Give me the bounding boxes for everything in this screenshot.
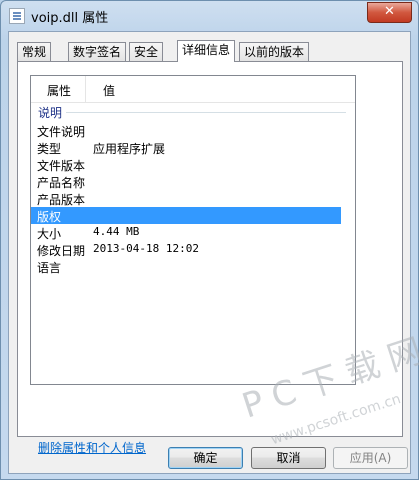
group-header[interactable]: 说明: [36, 104, 346, 120]
property-name: 修改日期: [37, 244, 86, 258]
tab-security[interactable]: 安全: [129, 42, 164, 61]
details-panel: 属性 值 说明 文件说明 类型 应用程序扩展 文件版本 产品名称 产品版本 版权…: [17, 61, 403, 455]
property-value: 4.44 MB: [93, 225, 140, 238]
list-item[interactable]: 产品版本: [31, 190, 341, 207]
tab-details[interactable]: 详细信息: [177, 40, 236, 62]
property-name: 语言: [37, 261, 62, 275]
property-name: 版权: [37, 210, 62, 224]
dialog-body: 常规 数字签名 安全 详细信息 以前的版本 属性 值 说明 文件说明 类型 应用…: [8, 31, 411, 474]
ok-button[interactable]: 确定: [168, 447, 243, 469]
tab-digital-signatures[interactable]: 数字签名: [68, 42, 127, 61]
apply-button[interactable]: 应用(A): [333, 447, 408, 469]
tab-general[interactable]: 常规: [17, 42, 52, 61]
list-item-selected[interactable]: 版权: [31, 207, 341, 224]
list-item[interactable]: 产品名称: [31, 173, 341, 190]
list-item[interactable]: 修改日期 2013-04-18 12:02: [31, 241, 341, 258]
list-item[interactable]: 类型 应用程序扩展: [31, 139, 341, 156]
column-value[interactable]: 值: [103, 82, 115, 99]
tab-previous-versions[interactable]: 以前的版本: [239, 42, 310, 61]
list-item[interactable]: 文件说明: [31, 122, 341, 139]
dll-file-icon: [9, 8, 25, 24]
property-name: 文件版本: [37, 159, 86, 173]
property-name: 产品版本: [37, 193, 86, 207]
column-divider[interactable]: [85, 76, 86, 102]
list-item[interactable]: 文件版本: [31, 156, 341, 173]
window-title: voip.dll 属性: [31, 11, 109, 26]
group-label: 说明: [38, 106, 63, 120]
list-item[interactable]: 大小 4.44 MB: [31, 224, 341, 241]
property-name: 大小: [37, 227, 62, 241]
details-list[interactable]: 属性 值 说明 文件说明 类型 应用程序扩展 文件版本 产品名称 产品版本 版权…: [30, 75, 356, 385]
property-value: 应用程序扩展: [93, 142, 166, 156]
property-name: 类型: [37, 142, 62, 156]
property-value: 2013-04-18 12:02: [93, 242, 199, 255]
property-name: 文件说明: [37, 125, 86, 139]
title-bar[interactable]: voip.dll 属性 ✕: [1, 1, 418, 31]
remove-properties-link[interactable]: 删除属性和个人信息: [38, 439, 146, 456]
properties-window: voip.dll 属性 ✕ 常规 数字签名 安全 详细信息 以前的版本 属性 值…: [0, 0, 419, 480]
property-name: 产品名称: [37, 176, 86, 190]
column-property[interactable]: 属性: [47, 82, 71, 99]
cancel-button[interactable]: 取消: [251, 447, 326, 469]
list-item[interactable]: 语言: [31, 258, 341, 275]
list-header: 属性 值: [31, 76, 355, 103]
group-divider: [66, 112, 346, 113]
close-button[interactable]: ✕: [367, 2, 412, 23]
tab-strip: 常规 数字签名 安全 详细信息 以前的版本: [17, 40, 407, 62]
